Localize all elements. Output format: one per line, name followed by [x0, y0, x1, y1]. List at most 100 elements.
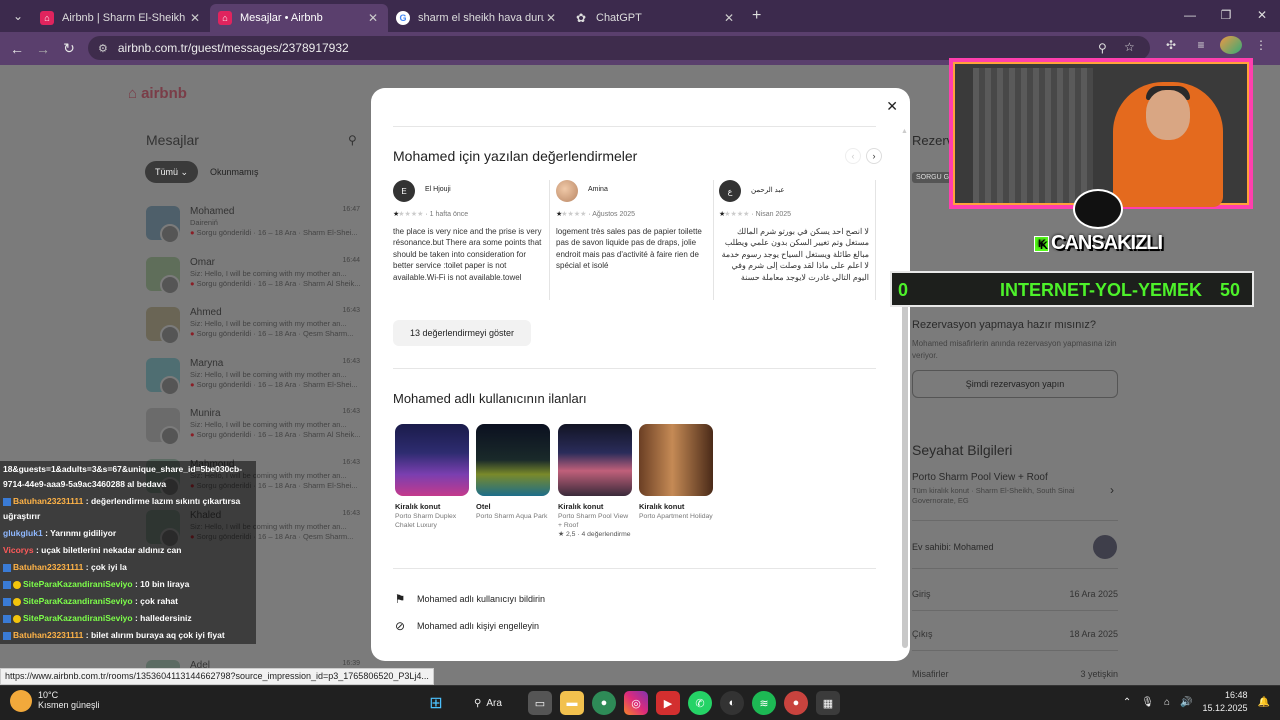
- host-profile-modal: ✕ Mohamed için yazılan değerlendirmeler …: [371, 88, 910, 661]
- filter-unread[interactable]: Okunmamış: [200, 161, 269, 183]
- chevron-left-icon[interactable]: ‹: [845, 148, 861, 164]
- network-icon[interactable]: ⌂: [1164, 697, 1170, 708]
- chat-message: 18&guests=1&adults=3&s=67&unique_share_i…: [0, 461, 256, 493]
- close-tab-icon[interactable]: ✕: [188, 11, 202, 25]
- close-tab-icon[interactable]: ✕: [366, 11, 380, 25]
- divider: [393, 368, 876, 369]
- listing-card[interactable]: Otel Porto Sharm Aqua Park: [476, 424, 550, 521]
- listing-card[interactable]: Kiralık konut Porto Sharm Pool View + Ro…: [558, 424, 632, 539]
- show-reviews-button[interactable]: 13 değerlendirmeyi göster: [393, 320, 531, 346]
- checkout-row: Çıkış 18 Ara 2025: [912, 629, 1118, 639]
- chevron-up-icon[interactable]: ⌃: [1123, 697, 1131, 708]
- weather-widget[interactable]: 10°C Kısmen güneşli: [10, 690, 100, 712]
- address-bar[interactable]: ⚙ airbnb.com.tr/guest/messages/237891793…: [88, 36, 1150, 60]
- tab-chatgpt[interactable]: ✿ ChatGPT ✕: [566, 4, 744, 32]
- messages-title: Mesajlar: [146, 132, 199, 148]
- steam-icon[interactable]: ◐: [720, 691, 744, 715]
- profile-avatar[interactable]: [1220, 36, 1242, 54]
- clock[interactable]: 16:48 15.12.2025: [1203, 689, 1248, 715]
- extensions-icon[interactable]: ✣: [1160, 38, 1182, 52]
- app-red-icon[interactable]: ▶: [656, 691, 680, 715]
- list-item[interactable]: Maryna 16:43 Siz: Hello, I will be coming…: [146, 358, 366, 404]
- ready-text: veriyor.: [912, 351, 938, 360]
- taskbar: 10°C Kısmen güneşli ⊞ ⚲ Ara ▭ ▬ ● ◎ ▶ ✆ ◐ …: [0, 685, 1280, 720]
- calculator-icon[interactable]: ▦: [816, 691, 840, 715]
- travel-info-title: Seyahat Bilgileri: [912, 442, 1013, 458]
- restore-icon[interactable]: ❐: [1208, 0, 1244, 32]
- close-window-icon[interactable]: ✕: [1244, 0, 1280, 32]
- block-icon: ⊘: [394, 619, 406, 633]
- listing-name[interactable]: Porto Sharm Pool View + Roof: [912, 472, 1048, 483]
- start-icon[interactable]: ⊞: [424, 691, 448, 715]
- reload-icon[interactable]: ↻: [56, 40, 82, 57]
- instagram-icon[interactable]: ◎: [624, 691, 648, 715]
- toolbar-actions: ✣ ≡ ⋮: [1160, 36, 1272, 54]
- list-item[interactable]: Omar 16:44 Siz: Hello, I will be coming w…: [146, 257, 366, 303]
- airbnb-logo[interactable]: ⌂ airbnb: [128, 85, 187, 102]
- reviews-title: Mohamed için yazılan değerlendirmeler: [393, 148, 638, 164]
- spotify-icon[interactable]: ≋: [752, 691, 776, 715]
- taskbar-apps: ⊞ ⚲ Ara ▭ ▬ ● ◎ ▶ ✆ ◐ ≋ ● ▦: [424, 691, 840, 715]
- search-icon[interactable]: ⚲: [348, 133, 357, 147]
- webcam-overlay: [949, 58, 1253, 209]
- chrome-active-icon[interactable]: ●: [784, 691, 808, 715]
- badge-icon: [13, 614, 21, 623]
- avatar: [556, 180, 578, 202]
- back-icon[interactable]: ←: [4, 41, 30, 57]
- site-info-icon[interactable]: ⚙: [98, 42, 108, 55]
- list-item[interactable]: Mohamed16:47 DaireniňSorgu gönderildi · …: [146, 206, 366, 252]
- taskbar-search[interactable]: ⚲ Ara: [456, 691, 520, 715]
- minimize-icon[interactable]: —: [1172, 0, 1208, 32]
- close-icon[interactable]: ✕: [886, 98, 898, 115]
- tab-google-weather[interactable]: G sharm el sheikh hava durumu - ✕: [388, 4, 566, 32]
- list-item[interactable]: Munira 16:43 Siz: Hello, I will be coming…: [146, 408, 366, 454]
- host-avatar[interactable]: [1093, 535, 1117, 559]
- scroll-up-icon[interactable]: ▲: [901, 128, 908, 135]
- scrollbar-thumb[interactable]: [902, 298, 908, 648]
- chatgpt-favicon-icon: ✿: [575, 11, 587, 25]
- search-icon: ⚲: [474, 697, 482, 709]
- avatar: E: [393, 180, 415, 202]
- tab-strip: ⌄ ⌂ Airbnb | Sharm El-Sheikh - Tatil ✕ ⌂…: [0, 0, 1280, 32]
- chat-message: Batuhan23231111 : değerlendirme lazım sı…: [0, 493, 256, 525]
- media-icon[interactable]: ≡: [1190, 38, 1212, 52]
- bookmark-star-icon[interactable]: ☆: [1124, 40, 1135, 54]
- chevron-right-icon[interactable]: ›: [866, 148, 882, 164]
- listing-photo: [395, 424, 469, 496]
- listing-photo: [558, 424, 632, 496]
- close-tab-icon[interactable]: ✕: [722, 11, 736, 25]
- airbnb-favicon-icon: ⌂: [40, 11, 54, 25]
- stream-chat-overlay: 18&guests=1&adults=3&s=67&unique_share_i…: [0, 461, 256, 644]
- modal-scrollbar[interactable]: ▲: [901, 128, 909, 650]
- chevron-right-icon[interactable]: ›: [1110, 483, 1114, 497]
- tab-messages[interactable]: ⌂ Mesajlar • Airbnb ✕: [210, 4, 388, 32]
- tab-airbnb-search[interactable]: ⌂ Airbnb | Sharm El-Sheikh - Tatil ✕: [32, 4, 210, 32]
- list-item[interactable]: Ahmed 16:43 Siz: Hello, I will be coming …: [146, 307, 366, 353]
- zoom-icon[interactable]: ⚲: [1098, 41, 1107, 55]
- block-user-link[interactable]: ⊘ Mohamed adlı kişiyi engelleyin: [393, 619, 539, 633]
- divider: [393, 568, 876, 569]
- whatsapp-icon[interactable]: ✆: [688, 691, 712, 715]
- microphone-icon[interactable]: 🎙: [1141, 697, 1154, 708]
- file-explorer-icon[interactable]: ▬: [560, 691, 584, 715]
- menu-icon[interactable]: ⋮: [1250, 38, 1272, 52]
- report-user-link[interactable]: ⚑ Mohamed adlı kullanıcıyı bildirin: [393, 592, 545, 606]
- filter-all[interactable]: Tümü ⌄: [145, 161, 199, 183]
- forward-icon[interactable]: →: [30, 41, 56, 57]
- task-view-icon[interactable]: ▭: [528, 691, 552, 715]
- reviewer-name: Amina: [588, 186, 608, 193]
- book-now-button[interactable]: Şimdi rezervasyon yapın: [912, 370, 1118, 398]
- listing-card[interactable]: Kiralık konut Porto Apartment Holiday: [639, 424, 713, 521]
- link-preview-status: https://www.airbnb.com.tr/rooms/13536041…: [0, 668, 434, 685]
- notification-icon[interactable]: 🔔: [1258, 697, 1270, 708]
- chrome-icon[interactable]: ●: [592, 691, 616, 715]
- new-tab-button[interactable]: +: [752, 7, 761, 25]
- badge-icon: [3, 631, 11, 640]
- listing-photo: [639, 424, 713, 496]
- tab-search-icon[interactable]: ⌄: [4, 5, 32, 27]
- volume-icon[interactable]: 🔊: [1180, 697, 1192, 708]
- streamer-name: K CANSAKIZLI: [1034, 232, 1163, 255]
- weather-sun-icon: [10, 690, 32, 712]
- close-tab-icon[interactable]: ✕: [544, 11, 558, 25]
- listing-card[interactable]: Kiralık konut Porto Sharm Duplex Chalet …: [395, 424, 469, 530]
